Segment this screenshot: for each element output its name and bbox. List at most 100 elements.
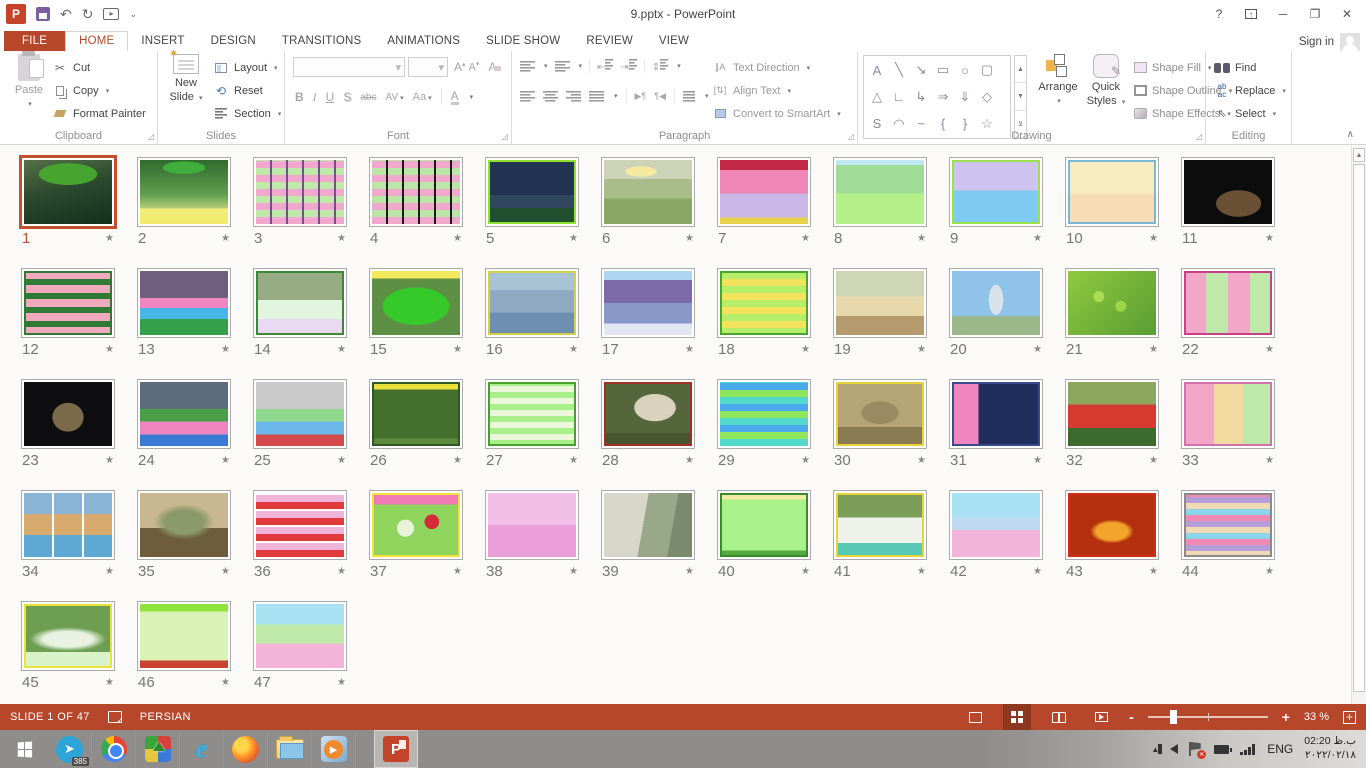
- animation-star-icon[interactable]: ★: [221, 233, 230, 244]
- slide-thumbnail-33[interactable]: [1182, 380, 1274, 448]
- grow-font-icon[interactable]: A▴: [454, 60, 466, 74]
- animation-star-icon[interactable]: ★: [337, 233, 346, 244]
- shape-option-6[interactable]: △: [866, 84, 888, 110]
- animation-star-icon[interactable]: ★: [801, 344, 810, 355]
- slide-thumbnail-30[interactable]: [834, 380, 926, 448]
- animation-star-icon[interactable]: ★: [801, 566, 810, 577]
- section-button[interactable]: Section▾: [213, 102, 281, 125]
- slide-sorter-view-button[interactable]: [1003, 704, 1031, 730]
- slide-thumbnail-42[interactable]: [950, 491, 1042, 559]
- shape-option-8[interactable]: ↳: [910, 84, 932, 110]
- animation-star-icon[interactable]: ★: [917, 455, 926, 466]
- slide-thumbnail-39[interactable]: [602, 491, 694, 559]
- slide-thumbnail-27[interactable]: [486, 380, 578, 448]
- font-color-icon[interactable]: A: [451, 90, 459, 105]
- animation-star-icon[interactable]: ★: [1149, 455, 1158, 466]
- slide-thumbnail-23[interactable]: [22, 380, 114, 448]
- repeat-icon[interactable]: ↻: [82, 7, 94, 21]
- tab-slide-show[interactable]: SLIDE SHOW: [473, 31, 573, 51]
- right-to-left-icon[interactable]: ¶◀: [654, 91, 666, 102]
- animation-star-icon[interactable]: ★: [917, 566, 926, 577]
- bold-icon[interactable]: B: [295, 90, 304, 104]
- italic-icon[interactable]: I: [313, 90, 317, 105]
- shape-option-2[interactable]: ↘: [910, 57, 932, 83]
- action-center-flag-icon[interactable]: [1189, 742, 1203, 756]
- character-spacing-icon[interactable]: AV▾: [385, 92, 403, 103]
- slide-thumbnail-9[interactable]: [950, 158, 1042, 226]
- replace-button[interactable]: abacReplace▾: [1214, 79, 1286, 102]
- scrollbar-thumb[interactable]: [1353, 164, 1365, 692]
- font-name-combobox[interactable]: ▾: [293, 57, 405, 77]
- shape-option-3[interactable]: ▭: [932, 57, 954, 83]
- animation-star-icon[interactable]: ★: [801, 233, 810, 244]
- format-painter-button[interactable]: Format Painter: [52, 102, 146, 125]
- line-spacing-icon[interactable]: ⇕: [652, 59, 668, 73]
- tab-transitions[interactable]: TRANSITIONS: [269, 31, 375, 51]
- tab-view[interactable]: VIEW: [646, 31, 702, 51]
- align-center-icon[interactable]: [543, 91, 558, 102]
- animation-star-icon[interactable]: ★: [1265, 344, 1274, 355]
- slide-thumbnail-47[interactable]: [254, 602, 346, 670]
- help-icon[interactable]: ?: [1204, 3, 1234, 25]
- shape-option-9[interactable]: ⇒: [932, 84, 954, 110]
- strikethrough-icon[interactable]: abc: [360, 92, 376, 103]
- tab-review[interactable]: REVIEW: [573, 31, 646, 51]
- tab-design[interactable]: DESIGN: [198, 31, 269, 51]
- columns-icon[interactable]: [683, 91, 695, 102]
- copy-button[interactable]: Copy▾: [52, 79, 146, 102]
- convert-to-smartart-button[interactable]: Convert to SmartArt▾: [712, 102, 841, 125]
- slide-thumbnail-3[interactable]: [254, 158, 346, 226]
- arrange-button[interactable]: Arrange▾: [1034, 54, 1082, 130]
- input-language[interactable]: ENG: [1267, 742, 1293, 756]
- sign-in-link[interactable]: Sign in: [1299, 36, 1334, 48]
- slide-thumbnail-19[interactable]: [834, 269, 926, 337]
- find-button[interactable]: Find: [1214, 56, 1286, 79]
- slide-thumbnail-4[interactable]: [370, 158, 462, 226]
- slide-thumbnail-25[interactable]: [254, 380, 346, 448]
- slide-thumbnail-17[interactable]: [602, 269, 694, 337]
- fit-slide-to-window-icon[interactable]: ✛: [1343, 711, 1356, 724]
- restore-icon[interactable]: ❐: [1300, 3, 1330, 25]
- reading-view-button[interactable]: [1045, 704, 1073, 730]
- tab-insert[interactable]: INSERT: [128, 31, 197, 51]
- animation-star-icon[interactable]: ★: [337, 455, 346, 466]
- animation-star-icon[interactable]: ★: [569, 455, 578, 466]
- slide-thumbnail-10[interactable]: [1066, 158, 1158, 226]
- start-button[interactable]: [0, 730, 48, 768]
- animation-star-icon[interactable]: ★: [105, 677, 114, 688]
- shape-option-7[interactable]: ∟: [888, 84, 910, 110]
- slide-thumbnail-16[interactable]: [486, 269, 578, 337]
- slide-thumbnail-8[interactable]: [834, 158, 926, 226]
- slide-thumbnail-36[interactable]: [254, 491, 346, 559]
- new-slide-button[interactable]: NewSlide ▾: [163, 54, 209, 130]
- taskbar-telegram[interactable]: ➤385: [48, 730, 92, 768]
- slide-thumbnail-38[interactable]: [486, 491, 578, 559]
- animation-star-icon[interactable]: ★: [1033, 233, 1042, 244]
- animation-star-icon[interactable]: ★: [221, 344, 230, 355]
- normal-view-button[interactable]: [961, 704, 989, 730]
- shape-option-10[interactable]: ⇓: [954, 84, 976, 110]
- animation-star-icon[interactable]: ★: [105, 566, 114, 577]
- animation-star-icon[interactable]: ★: [1265, 566, 1274, 577]
- gallery-up-icon[interactable]: ▲: [1015, 56, 1026, 83]
- animation-star-icon[interactable]: ★: [337, 566, 346, 577]
- clock[interactable]: 02:20 ب.ظ۲۰۲۲/۰۲/۱۸: [1304, 735, 1356, 762]
- taskbar-media-player[interactable]: [312, 730, 356, 768]
- slide-thumbnail-22[interactable]: [1182, 269, 1274, 337]
- zoom-out-button[interactable]: -: [1129, 709, 1134, 725]
- taskbar-internet-explorer[interactable]: e: [180, 730, 224, 768]
- animation-star-icon[interactable]: ★: [1149, 566, 1158, 577]
- animation-star-icon[interactable]: ★: [221, 566, 230, 577]
- shape-option-4[interactable]: ○: [954, 57, 976, 83]
- font-size-combobox[interactable]: ▾: [408, 57, 448, 77]
- animation-star-icon[interactable]: ★: [1033, 455, 1042, 466]
- slide-thumbnail-29[interactable]: [718, 380, 810, 448]
- taskbar-file-explorer[interactable]: [268, 730, 312, 768]
- bullets-icon[interactable]: [520, 61, 535, 72]
- layout-button[interactable]: Layout▾: [213, 56, 281, 79]
- underline-icon[interactable]: U: [326, 90, 335, 104]
- justify-icon[interactable]: [589, 91, 604, 102]
- font-dialog-launcher-icon[interactable]: ◿: [502, 132, 508, 141]
- spellcheck-icon[interactable]: [108, 711, 122, 723]
- slide-thumbnail-13[interactable]: [138, 269, 230, 337]
